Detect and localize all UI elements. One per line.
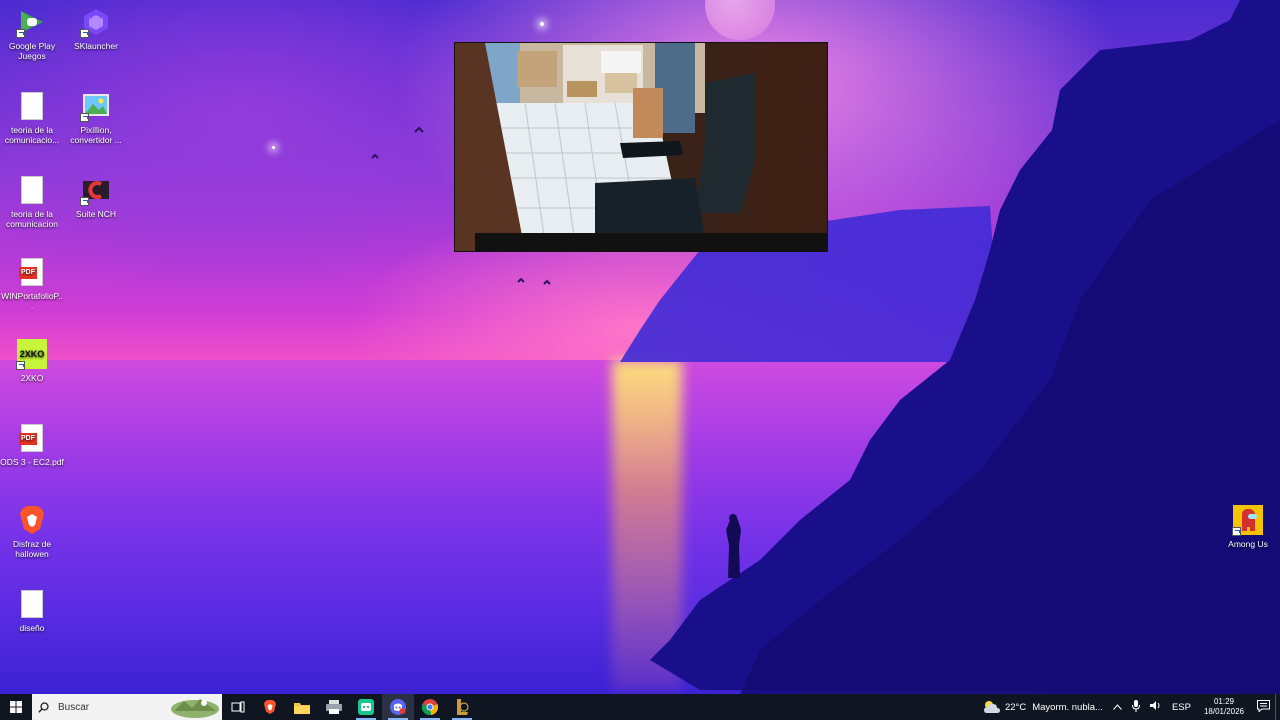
desktop-icon-google-play-games[interactable]: Google Play Juegos [0,6,64,61]
notifications-button[interactable] [1252,699,1275,715]
language-indicator[interactable]: ESP [1167,702,1196,713]
pdf-icon: PDF [16,422,48,454]
chrome-icon [422,699,438,715]
notification-icon [1257,699,1270,713]
desktop-icon-diseno[interactable]: diseño [0,588,64,633]
desktop-icon-ods3[interactable]: PDF ODS 3 - EC2.pdf [0,422,64,467]
desktop-icon-winportafolio[interactable]: PDF WINPortafolioP... [0,256,64,311]
text-document-icon [16,174,48,206]
taskbar-brave[interactable] [254,694,286,720]
weather-temperature: 22°C [1004,701,1027,713]
task-view-button[interactable] [222,694,254,720]
file-explorer-icon [294,702,310,714]
desktop-icon-teoria-comunicacion-2[interactable]: teoria de la comunicacion [0,174,64,229]
desktop-icon-pixillion[interactable]: Pixillion, convertidor ... [64,90,128,145]
desktop-icon-disfraz-hallowen[interactable]: Disfraz de hallowen [0,504,64,559]
taskbar-file-explorer[interactable] [286,694,318,720]
webcam-preview-window[interactable] [454,42,828,252]
brave-icon [16,504,48,536]
desktop-icon-suite-nch[interactable]: Suite NCH [64,174,128,219]
desktop-icon-sklauncher[interactable]: SKlauncher [64,6,128,51]
clock-time: 01:29 [1213,697,1234,706]
taskbar-printer[interactable] [318,694,350,720]
chevron-up-icon [1113,703,1122,710]
webcam-feed [455,43,827,251]
taskbar-discord[interactable] [382,694,414,720]
pixillion-icon [80,90,112,122]
show-hidden-icons-button[interactable] [1108,702,1127,713]
desktop-icon-among-us[interactable]: Among Us [1216,504,1280,549]
taskbar-nch-app[interactable] [350,694,382,720]
sklauncher-icon [80,6,112,38]
speaker-icon [1149,701,1160,710]
search-placeholder: Buscar [58,701,90,713]
taskbar: Buscar 22°C Mayorm. nubla... ESP 01:29 1… [0,694,1280,720]
weather-widget[interactable]: 22°C Mayorm. nubla... [978,700,1108,714]
nch-app-icon [358,699,374,715]
desktop-icon-2xko[interactable]: 2XKO 2XKO [0,338,64,383]
pdf-icon: PDF [16,256,48,288]
text-document-icon [16,588,48,620]
discord-icon [390,699,406,715]
brave-icon [264,700,276,714]
show-desktop-button[interactable] [1275,694,1280,720]
system-tray: 22°C Mayorm. nubla... ESP 01:29 18/01/20… [978,694,1280,720]
task-view-icon [231,701,245,713]
clock-date: 18/01/2026 [1203,707,1244,716]
search-icon [38,701,49,713]
search-highlight-image [171,699,219,718]
cloudy-weather-icon [983,701,1000,713]
nch-suite-icon [80,174,112,206]
among-us-icon [1232,504,1264,536]
league-icon [457,699,469,715]
clock[interactable]: 01:29 18/01/2026 [1196,697,1252,717]
google-play-games-icon [16,6,48,38]
start-button[interactable] [0,694,32,720]
volume-button[interactable] [1145,700,1167,714]
printer-icon [326,700,342,714]
windows-icon [10,701,22,713]
taskbar-search-box[interactable]: Buscar [32,694,222,720]
text-document-icon [16,90,48,122]
desktop-icon-teoria-comunicacion-1[interactable]: teoria de la comunicacio... [0,90,64,145]
microphone-button[interactable] [1127,699,1145,715]
microphone-icon [1131,699,1140,712]
weather-description: Mayorm. nubla... [1032,701,1103,713]
taskbar-league[interactable] [446,694,478,720]
2xko-icon: 2XKO [16,338,48,370]
taskbar-chrome[interactable] [414,694,446,720]
